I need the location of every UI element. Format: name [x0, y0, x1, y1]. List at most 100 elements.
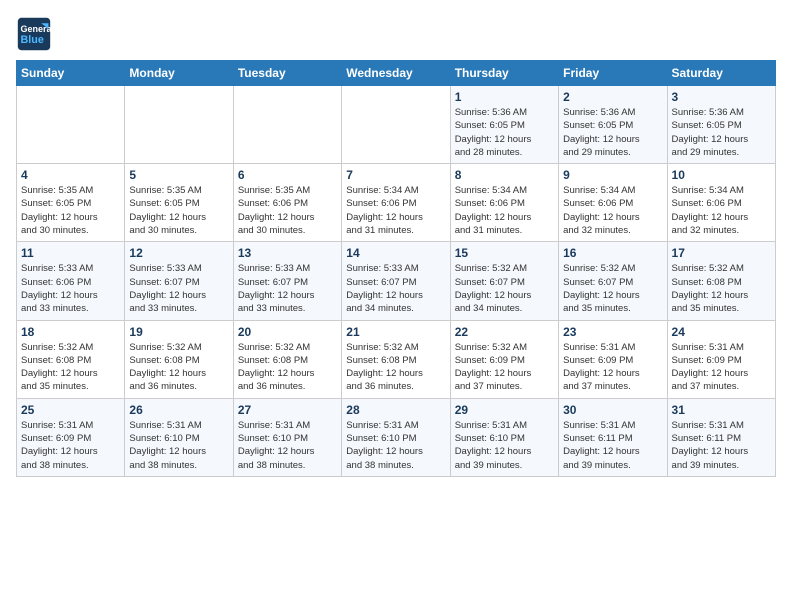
day-info: Sunrise: 5:36 AM Sunset: 6:05 PM Dayligh… — [672, 106, 771, 159]
day-number: 27 — [238, 403, 337, 417]
day-number: 9 — [563, 168, 662, 182]
day-number: 11 — [21, 246, 120, 260]
calendar-cell: 8 Sunrise: 5:34 AM Sunset: 6:06 PM Daylig… — [450, 164, 558, 242]
day-number: 13 — [238, 246, 337, 260]
day-info: Sunrise: 5:31 AM Sunset: 6:11 PM Dayligh… — [672, 419, 771, 472]
calendar-cell: 6 Sunrise: 5:35 AM Sunset: 6:06 PM Daylig… — [233, 164, 341, 242]
weekday-header-tuesday: Tuesday — [233, 61, 341, 86]
day-info: Sunrise: 5:36 AM Sunset: 6:05 PM Dayligh… — [563, 106, 662, 159]
calendar-cell — [342, 86, 450, 164]
calendar-cell: 15Sunrise: 5:32 AM Sunset: 6:07 PM Dayli… — [450, 242, 558, 320]
weekday-header-sunday: Sunday — [17, 61, 125, 86]
calendar-week-4: 18 Sunrise: 5:32 AM Sunset: 6:08 PM Dayli… — [17, 320, 776, 398]
calendar-cell — [233, 86, 341, 164]
day-number: 12 — [129, 246, 228, 260]
day-number: 25 — [21, 403, 120, 417]
weekday-header-thursday: Thursday — [450, 61, 558, 86]
calendar-cell: 10 Sunrise: 5:34 AM Sunset: 6:06 PM Dayli… — [667, 164, 775, 242]
day-info: Sunrise: 5:32 AM Sunset: 6:07 PM Dayligh… — [455, 262, 554, 315]
day-info: Sunrise: 5:32 AM Sunset: 6:07 PM Dayligh… — [563, 262, 662, 315]
day-number: 17 — [672, 246, 771, 260]
day-number: 6 — [238, 168, 337, 182]
day-number: 20 — [238, 325, 337, 339]
day-info: Sunrise: 5:31 AM Sunset: 6:10 PM Dayligh… — [238, 419, 337, 472]
weekday-header-monday: Monday — [125, 61, 233, 86]
day-number: 18 — [21, 325, 120, 339]
day-info: Sunrise: 5:34 AM Sunset: 6:06 PM Dayligh… — [346, 184, 445, 237]
day-info: Sunrise: 5:32 AM Sunset: 6:09 PM Dayligh… — [455, 341, 554, 394]
day-info: Sunrise: 5:31 AM Sunset: 6:10 PM Dayligh… — [346, 419, 445, 472]
calendar-cell: 9 Sunrise: 5:34 AM Sunset: 6:06 PM Daylig… — [559, 164, 667, 242]
calendar-cell: 29Sunrise: 5:31 AM Sunset: 6:10 PM Dayli… — [450, 398, 558, 476]
day-info: Sunrise: 5:34 AM Sunset: 6:06 PM Dayligh… — [672, 184, 771, 237]
weekday-header-saturday: Saturday — [667, 61, 775, 86]
calendar-cell: 14Sunrise: 5:33 AM Sunset: 6:07 PM Dayli… — [342, 242, 450, 320]
day-info: Sunrise: 5:33 AM Sunset: 6:07 PM Dayligh… — [346, 262, 445, 315]
day-info: Sunrise: 5:33 AM Sunset: 6:07 PM Dayligh… — [238, 262, 337, 315]
day-info: Sunrise: 5:35 AM Sunset: 6:06 PM Dayligh… — [238, 184, 337, 237]
calendar-cell: 13 Sunrise: 5:33 AM Sunset: 6:07 PM Dayli… — [233, 242, 341, 320]
day-info: Sunrise: 5:35 AM Sunset: 6:05 PM Dayligh… — [129, 184, 228, 237]
day-info: Sunrise: 5:31 AM Sunset: 6:10 PM Dayligh… — [129, 419, 228, 472]
calendar-header: SundayMondayTuesdayWednesdayThursdayFrid… — [17, 61, 776, 86]
calendar-cell: 21 Sunrise: 5:32 AM Sunset: 6:08 PM Dayli… — [342, 320, 450, 398]
calendar-cell: 16 Sunrise: 5:32 AM Sunset: 6:07 PM Dayli… — [559, 242, 667, 320]
calendar-cell: 4Sunrise: 5:35 AM Sunset: 6:05 PM Daylig… — [17, 164, 125, 242]
day-number: 2 — [563, 90, 662, 104]
day-number: 19 — [129, 325, 228, 339]
calendar-cell — [125, 86, 233, 164]
day-info: Sunrise: 5:35 AM Sunset: 6:05 PM Dayligh… — [21, 184, 120, 237]
day-info: Sunrise: 5:31 AM Sunset: 6:11 PM Dayligh… — [563, 419, 662, 472]
day-number: 28 — [346, 403, 445, 417]
day-info: Sunrise: 5:32 AM Sunset: 6:08 PM Dayligh… — [672, 262, 771, 315]
calendar-cell: 28 Sunrise: 5:31 AM Sunset: 6:10 PM Dayli… — [342, 398, 450, 476]
calendar-cell: 3 Sunrise: 5:36 AM Sunset: 6:05 PM Daylig… — [667, 86, 775, 164]
calendar-week-2: 4Sunrise: 5:35 AM Sunset: 6:05 PM Daylig… — [17, 164, 776, 242]
calendar-week-5: 25Sunrise: 5:31 AM Sunset: 6:09 PM Dayli… — [17, 398, 776, 476]
day-number: 7 — [346, 168, 445, 182]
calendar-cell: 12 Sunrise: 5:33 AM Sunset: 6:07 PM Dayli… — [125, 242, 233, 320]
calendar-cell: 17 Sunrise: 5:32 AM Sunset: 6:08 PM Dayli… — [667, 242, 775, 320]
calendar-cell: 22Sunrise: 5:32 AM Sunset: 6:09 PM Dayli… — [450, 320, 558, 398]
calendar-cell: 7 Sunrise: 5:34 AM Sunset: 6:06 PM Daylig… — [342, 164, 450, 242]
calendar-cell: 18 Sunrise: 5:32 AM Sunset: 6:08 PM Dayli… — [17, 320, 125, 398]
day-number: 26 — [129, 403, 228, 417]
day-number: 8 — [455, 168, 554, 182]
calendar-cell: 5 Sunrise: 5:35 AM Sunset: 6:05 PM Daylig… — [125, 164, 233, 242]
calendar-cell: 31 Sunrise: 5:31 AM Sunset: 6:11 PM Dayli… — [667, 398, 775, 476]
day-info: Sunrise: 5:34 AM Sunset: 6:06 PM Dayligh… — [563, 184, 662, 237]
svg-text:Blue: Blue — [21, 34, 44, 46]
day-number: 30 — [563, 403, 662, 417]
day-number: 5 — [129, 168, 228, 182]
day-info: Sunrise: 5:31 AM Sunset: 6:09 PM Dayligh… — [563, 341, 662, 394]
day-number: 16 — [563, 246, 662, 260]
calendar-cell: 2 Sunrise: 5:36 AM Sunset: 6:05 PM Daylig… — [559, 86, 667, 164]
calendar-cell — [17, 86, 125, 164]
day-number: 21 — [346, 325, 445, 339]
day-info: Sunrise: 5:31 AM Sunset: 6:10 PM Dayligh… — [455, 419, 554, 472]
calendar-cell: 1Sunrise: 5:36 AM Sunset: 6:05 PM Daylig… — [450, 86, 558, 164]
calendar-week-3: 11 Sunrise: 5:33 AM Sunset: 6:06 PM Dayli… — [17, 242, 776, 320]
calendar-cell: 19 Sunrise: 5:32 AM Sunset: 6:08 PM Dayli… — [125, 320, 233, 398]
weekday-header-friday: Friday — [559, 61, 667, 86]
logo: General Blue — [16, 16, 56, 52]
day-info: Sunrise: 5:32 AM Sunset: 6:08 PM Dayligh… — [346, 341, 445, 394]
calendar-cell: 27 Sunrise: 5:31 AM Sunset: 6:10 PM Dayli… — [233, 398, 341, 476]
day-info: Sunrise: 5:34 AM Sunset: 6:06 PM Dayligh… — [455, 184, 554, 237]
calendar-cell: 26 Sunrise: 5:31 AM Sunset: 6:10 PM Dayli… — [125, 398, 233, 476]
calendar-week-1: 1Sunrise: 5:36 AM Sunset: 6:05 PM Daylig… — [17, 86, 776, 164]
day-number: 23 — [563, 325, 662, 339]
day-info: Sunrise: 5:32 AM Sunset: 6:08 PM Dayligh… — [129, 341, 228, 394]
day-number: 3 — [672, 90, 771, 104]
day-number: 10 — [672, 168, 771, 182]
day-number: 31 — [672, 403, 771, 417]
day-info: Sunrise: 5:33 AM Sunset: 6:07 PM Dayligh… — [129, 262, 228, 315]
calendar-cell: 20Sunrise: 5:32 AM Sunset: 6:08 PM Dayli… — [233, 320, 341, 398]
day-info: Sunrise: 5:36 AM Sunset: 6:05 PM Dayligh… — [455, 106, 554, 159]
calendar-cell: 30 Sunrise: 5:31 AM Sunset: 6:11 PM Dayli… — [559, 398, 667, 476]
day-info: Sunrise: 5:33 AM Sunset: 6:06 PM Dayligh… — [21, 262, 120, 315]
day-info: Sunrise: 5:32 AM Sunset: 6:08 PM Dayligh… — [21, 341, 120, 394]
day-info: Sunrise: 5:31 AM Sunset: 6:09 PM Dayligh… — [672, 341, 771, 394]
day-number: 24 — [672, 325, 771, 339]
calendar-table: SundayMondayTuesdayWednesdayThursdayFrid… — [16, 60, 776, 477]
